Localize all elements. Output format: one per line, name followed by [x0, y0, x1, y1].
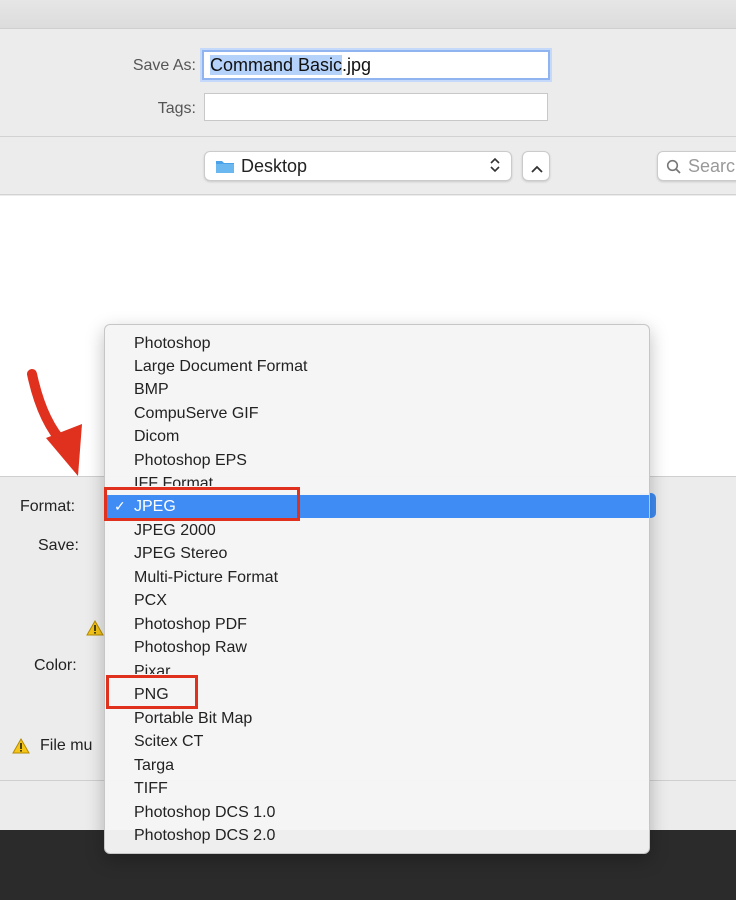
chevron-up-icon — [530, 161, 544, 179]
tags-field[interactable] — [204, 93, 548, 121]
menu-item[interactable]: Pixar — [105, 660, 649, 674]
format-label: Format: — [20, 498, 76, 515]
menu-item[interactable]: Portable Bit Map — [105, 707, 649, 730]
save-as-label: Save As: — [132, 57, 196, 74]
dialog-top-band — [0, 0, 736, 29]
menu-item[interactable]: Photoshop EPS — [105, 449, 649, 472]
expand-button[interactable] — [522, 151, 550, 181]
tags-label: Tags: — [157, 100, 196, 117]
menu-item[interactable]: TIFF — [105, 777, 649, 800]
search-placeholder: Searc — [688, 156, 736, 176]
format-dropdown-menu: Photoshop Large Document Format BMP Comp… — [104, 324, 650, 854]
menu-item[interactable]: IFF Format — [105, 472, 649, 486]
menu-item[interactable]: JPEG 2000 — [105, 519, 649, 542]
save-options-label: Save: — [38, 537, 79, 554]
divider — [0, 136, 736, 137]
menu-item[interactable]: Dicom — [105, 425, 649, 448]
menu-item[interactable]: Photoshop — [105, 332, 649, 355]
menu-item[interactable]: Photoshop DCS 1.0 — [105, 801, 649, 824]
search-field[interactable]: Searc — [657, 151, 736, 181]
menu-item[interactable]: Targa — [105, 754, 649, 777]
menu-item[interactable]: Multi-Picture Format — [105, 566, 649, 589]
red-highlight-box-png — [106, 675, 198, 709]
menu-item[interactable]: CompuServe GIF — [105, 402, 649, 425]
filename-extension: .jpg — [342, 55, 372, 75]
menu-item[interactable]: Large Document Format — [105, 355, 649, 378]
menu-item[interactable]: Photoshop Raw — [105, 636, 649, 659]
folder-icon — [215, 159, 235, 174]
filename-selected-text: Command Basic — [210, 55, 343, 75]
red-highlight-box-jpeg — [104, 487, 300, 521]
menu-item[interactable]: BMP — [105, 378, 649, 401]
location-popup[interactable]: Desktop — [204, 151, 512, 181]
menu-item[interactable]: Scitex CT — [105, 730, 649, 753]
menu-item[interactable]: Photoshop DCS 2.0 — [105, 824, 649, 847]
filename-field[interactable]: Command Basic.jpg — [202, 50, 550, 80]
warning-icon — [86, 619, 104, 641]
menu-item[interactable]: Photoshop PDF — [105, 613, 649, 636]
color-label: Color: — [34, 657, 77, 674]
menu-item[interactable]: PCX — [105, 589, 649, 612]
warning-icon — [12, 737, 30, 759]
search-icon — [666, 159, 682, 180]
menu-item[interactable]: JPEG Stereo — [105, 542, 649, 565]
updown-chevron-icon — [489, 155, 501, 176]
red-arrow-annotation — [20, 366, 90, 486]
divider — [0, 194, 736, 195]
location-label: Desktop — [241, 156, 308, 176]
warning-text: File mu — [40, 737, 93, 754]
